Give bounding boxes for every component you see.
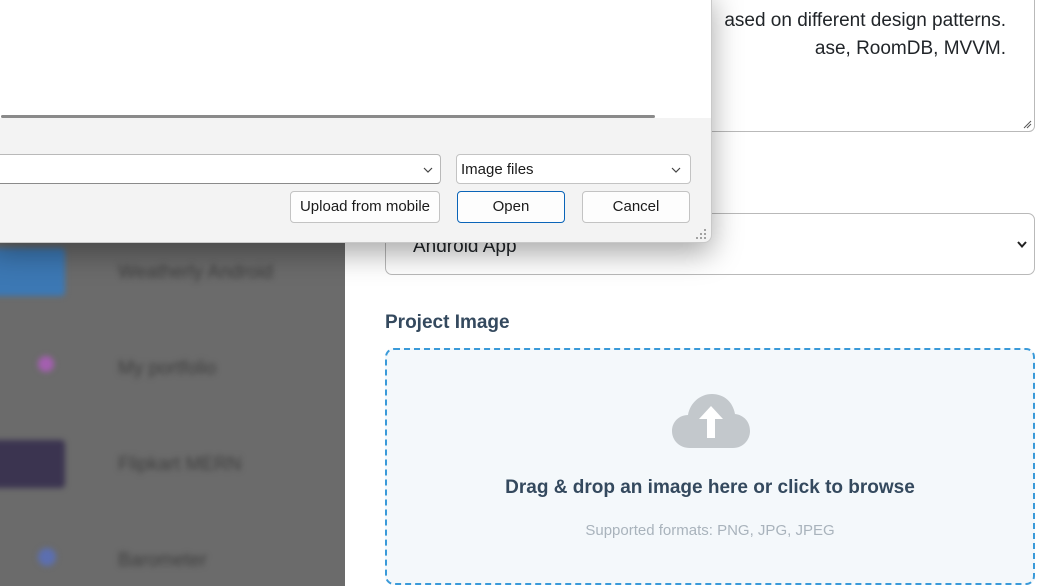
- file-type-filter-value: Image files: [461, 161, 534, 178]
- cancel-button[interactable]: Cancel: [582, 191, 690, 223]
- list-item: Barometer: [0, 526, 345, 586]
- project-name: Weatherly Android: [118, 262, 273, 283]
- upload-from-mobile-button[interactable]: Upload from mobile: [290, 191, 440, 223]
- cloud-upload-icon: [672, 394, 750, 448]
- resize-grip-icon[interactable]: [695, 228, 707, 240]
- list-item: Weatherly Android: [0, 238, 345, 308]
- horizontal-scrollbar[interactable]: [1, 115, 655, 118]
- chevron-down-icon: [1017, 241, 1027, 249]
- project-thumbnail: [38, 356, 54, 372]
- file-open-dialog: Image files Upload from mobile Open Canc…: [0, 0, 712, 243]
- chevron-down-icon[interactable]: [422, 164, 434, 176]
- resize-grip-icon[interactable]: [1022, 119, 1032, 129]
- file-type-filter-select[interactable]: Image files: [456, 154, 691, 184]
- project-name: My portfolio: [118, 358, 217, 379]
- list-item: My portfolio: [0, 334, 345, 404]
- file-list-area[interactable]: [0, 0, 711, 118]
- file-name-input[interactable]: [0, 154, 441, 184]
- dropzone-instructions: Drag & drop an image here or click to br…: [505, 477, 915, 498]
- project-thumbnail: [0, 440, 65, 488]
- chevron-down-icon: [671, 167, 681, 173]
- open-button[interactable]: Open: [457, 191, 565, 223]
- image-dropzone[interactable]: Drag & drop an image here or click to br…: [385, 348, 1035, 585]
- project-thumbnail: [38, 548, 56, 566]
- screen: Weatherly Android My portfolio Flipkart …: [0, 0, 1037, 586]
- project-name: Flipkart MERN: [118, 454, 242, 475]
- project-name: Barometer: [118, 550, 207, 571]
- project-image-label: Project Image: [385, 312, 510, 333]
- project-thumbnail: [0, 248, 65, 296]
- list-item: Flipkart MERN: [0, 430, 345, 500]
- supported-formats-text: Supported formats: PNG, JPG, JPEG: [585, 522, 835, 539]
